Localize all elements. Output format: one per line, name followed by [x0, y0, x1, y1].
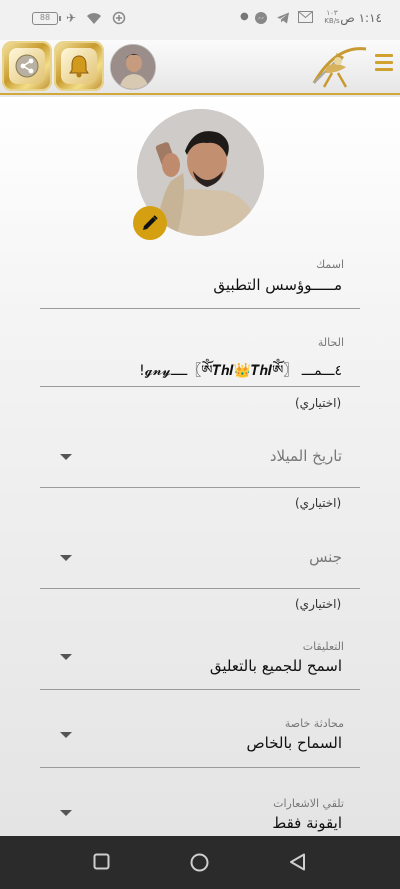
status-label: الحالة: [317, 336, 344, 349]
network-speed: ١٠٣ KB/s: [322, 9, 342, 25]
private-chat-value: السماح بالخاص: [246, 734, 342, 752]
recent-apps-icon[interactable]: [93, 853, 110, 870]
birthdate-select[interactable]: تاريخ الميلاد: [40, 417, 360, 488]
network-speed-value: ١٠٣: [326, 9, 338, 17]
chevron-down-icon: [60, 810, 72, 816]
status-value[interactable]: ٤ـــمـــ 〖ༀ𝑻𝒉𝑰👑𝑻𝒉𝑰ༀ〗ــــ𝓰𝓷𝔂!: [139, 354, 342, 394]
share-button[interactable]: [2, 41, 52, 91]
optional-hint: (اختياري): [295, 396, 342, 410]
system-navigation-bar: [0, 836, 400, 889]
private-chat-select[interactable]: محادثة خاصة السماح بالخاص: [40, 690, 360, 768]
notifications-value: ايقونة فقط: [272, 814, 342, 832]
telegram-icon: [276, 11, 290, 28]
share-icon: [15, 54, 39, 78]
edit-photo-button[interactable]: [133, 206, 167, 240]
back-icon[interactable]: [289, 853, 306, 871]
battery-level: 88: [39, 13, 51, 22]
name-value[interactable]: مـــــوؤسس التطبيق: [213, 276, 342, 294]
private-chat-label: محادثة خاصة: [284, 717, 344, 730]
chevron-down-icon: [60, 454, 72, 460]
name-field[interactable]: اسمك مـــــوؤسس التطبيق: [40, 252, 360, 309]
notifications-button[interactable]: [54, 41, 104, 91]
chevron-down-icon: [60, 654, 72, 660]
network-speed-unit: KB/s: [324, 17, 340, 25]
comments-select[interactable]: التعليقات اسمح للجميع بالتعليق: [40, 617, 360, 690]
birthdate-placeholder: تاريخ الميلاد: [269, 447, 342, 465]
messenger-icon: [254, 11, 268, 28]
bell-icon: [69, 55, 89, 78]
status-bar: 88 ✈ ● ١٠٣ KB/s ١:١٤ ص: [0, 0, 400, 40]
home-icon[interactable]: [190, 853, 209, 872]
clock: ١:١٤ ص: [340, 11, 382, 25]
menu-icon[interactable]: [375, 54, 393, 74]
optional-hint: (اختياري): [295, 496, 342, 510]
comments-value: اسمح للجميع بالتعليق: [209, 657, 342, 675]
gender-select[interactable]: جنس: [40, 517, 360, 589]
chevron-down-icon: [60, 555, 72, 561]
airplane-mode-icon: ✈: [66, 11, 77, 25]
pencil-icon: [143, 215, 158, 230]
app-logo-archer: [312, 47, 367, 88]
notifications-select[interactable]: تلقي الاشعارات ايقونة فقط: [40, 768, 360, 836]
comments-label: التعليقات: [302, 640, 344, 653]
battery-icon: 88: [32, 12, 61, 25]
notification-dot-icon: ●: [240, 11, 249, 22]
notifications-label: تلقي الاشعارات: [273, 797, 344, 810]
status-field[interactable]: الحالة ٤ـــمـــ 〖ༀ𝑻𝒉𝑰👑𝑻𝒉𝑰ༀ〗ــــ𝓰𝓷𝔂!: [40, 330, 360, 387]
mail-icon: [298, 11, 313, 26]
data-saver-icon: [112, 11, 126, 28]
name-label: اسمك: [316, 258, 344, 271]
gender-placeholder: جنس: [309, 548, 342, 566]
chevron-down-icon: [60, 732, 72, 738]
wifi-icon: [86, 11, 102, 28]
profile-edit-form: اسمك مـــــوؤسس التطبيق الحالة ٤ـــمـــ …: [0, 97, 400, 836]
app-header: [0, 40, 400, 95]
header-avatar[interactable]: [110, 44, 156, 90]
optional-hint: (اختياري): [295, 597, 342, 611]
